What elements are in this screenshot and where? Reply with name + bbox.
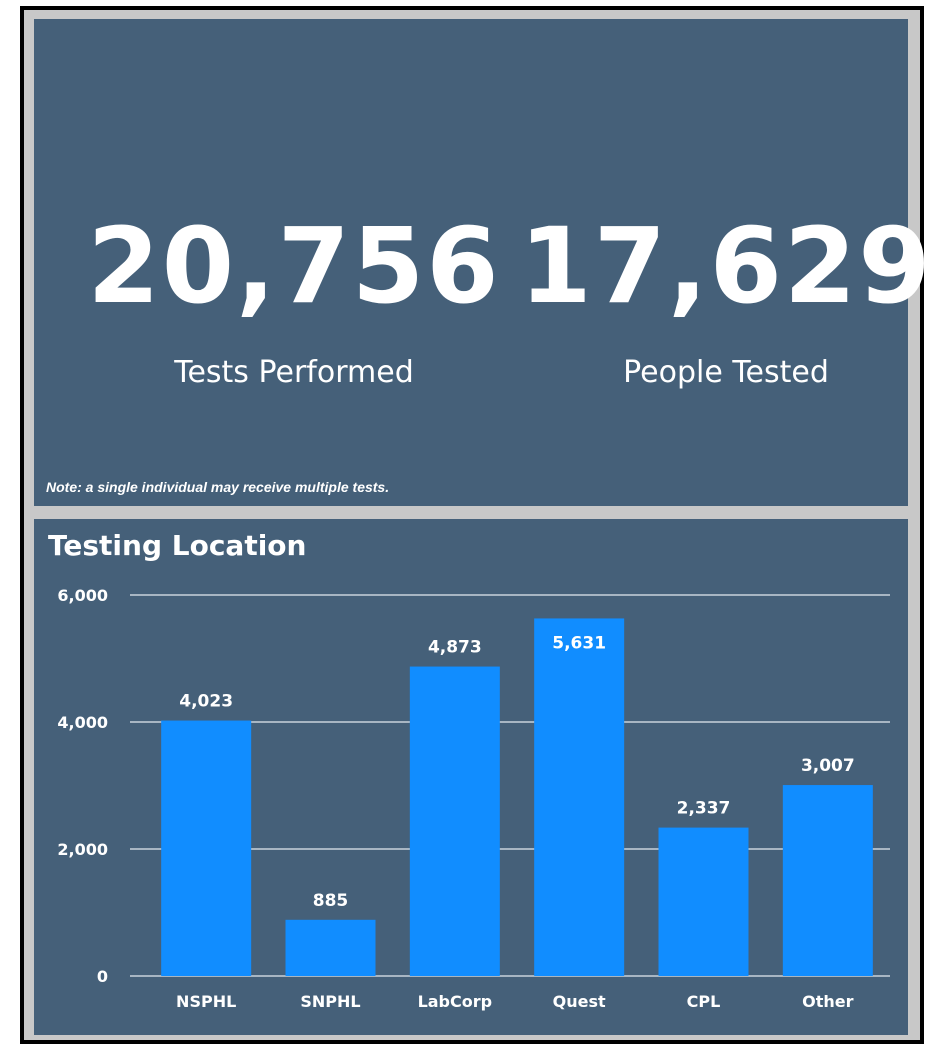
footnote: Note: a single individual may receive mu… (46, 479, 390, 495)
x-tick-label: SNPHL (300, 992, 360, 1011)
bar (782, 785, 873, 976)
kpi-card: 20,756 Tests Performed 17,629 People Tes… (34, 19, 931, 506)
y-tick-label: 0 (97, 967, 108, 986)
data-label: 4,873 (428, 638, 482, 658)
data-label: 2,337 (677, 799, 731, 819)
data-label: 885 (313, 891, 349, 911)
bar (409, 666, 500, 976)
tests-performed-label: Tests Performed (174, 355, 414, 390)
y-tick-label: 2,000 (57, 840, 108, 859)
bar (534, 618, 625, 976)
data-label: 3,007 (801, 756, 855, 776)
people-tested-label: People Tested (623, 355, 829, 390)
x-tick-label: CPL (687, 992, 721, 1011)
x-tick-label: LabCorp (418, 992, 493, 1011)
bar-chart: 0 2,000 4,000 6,000 4,023 NSPHL 885 SNPHL 4,873 L… (57, 586, 890, 1011)
bar (285, 919, 376, 976)
x-tick-label: Quest (553, 992, 606, 1011)
bar (658, 827, 749, 976)
data-label: 5,631 (552, 633, 606, 653)
chart-card: Testing Location 0 2,000 4,000 6,000 4,023 NS… (34, 519, 908, 1035)
people-tested-value: 17,629 (519, 205, 931, 327)
x-tick-label: Other (802, 992, 853, 1011)
tests-performed-value: 20,756 (87, 205, 501, 327)
y-tick-label: 4,000 (57, 713, 108, 732)
y-tick-label: 6,000 (57, 586, 108, 605)
x-tick-label: NSPHL (176, 992, 236, 1011)
data-label: 4,023 (179, 692, 233, 712)
bar (161, 720, 252, 976)
